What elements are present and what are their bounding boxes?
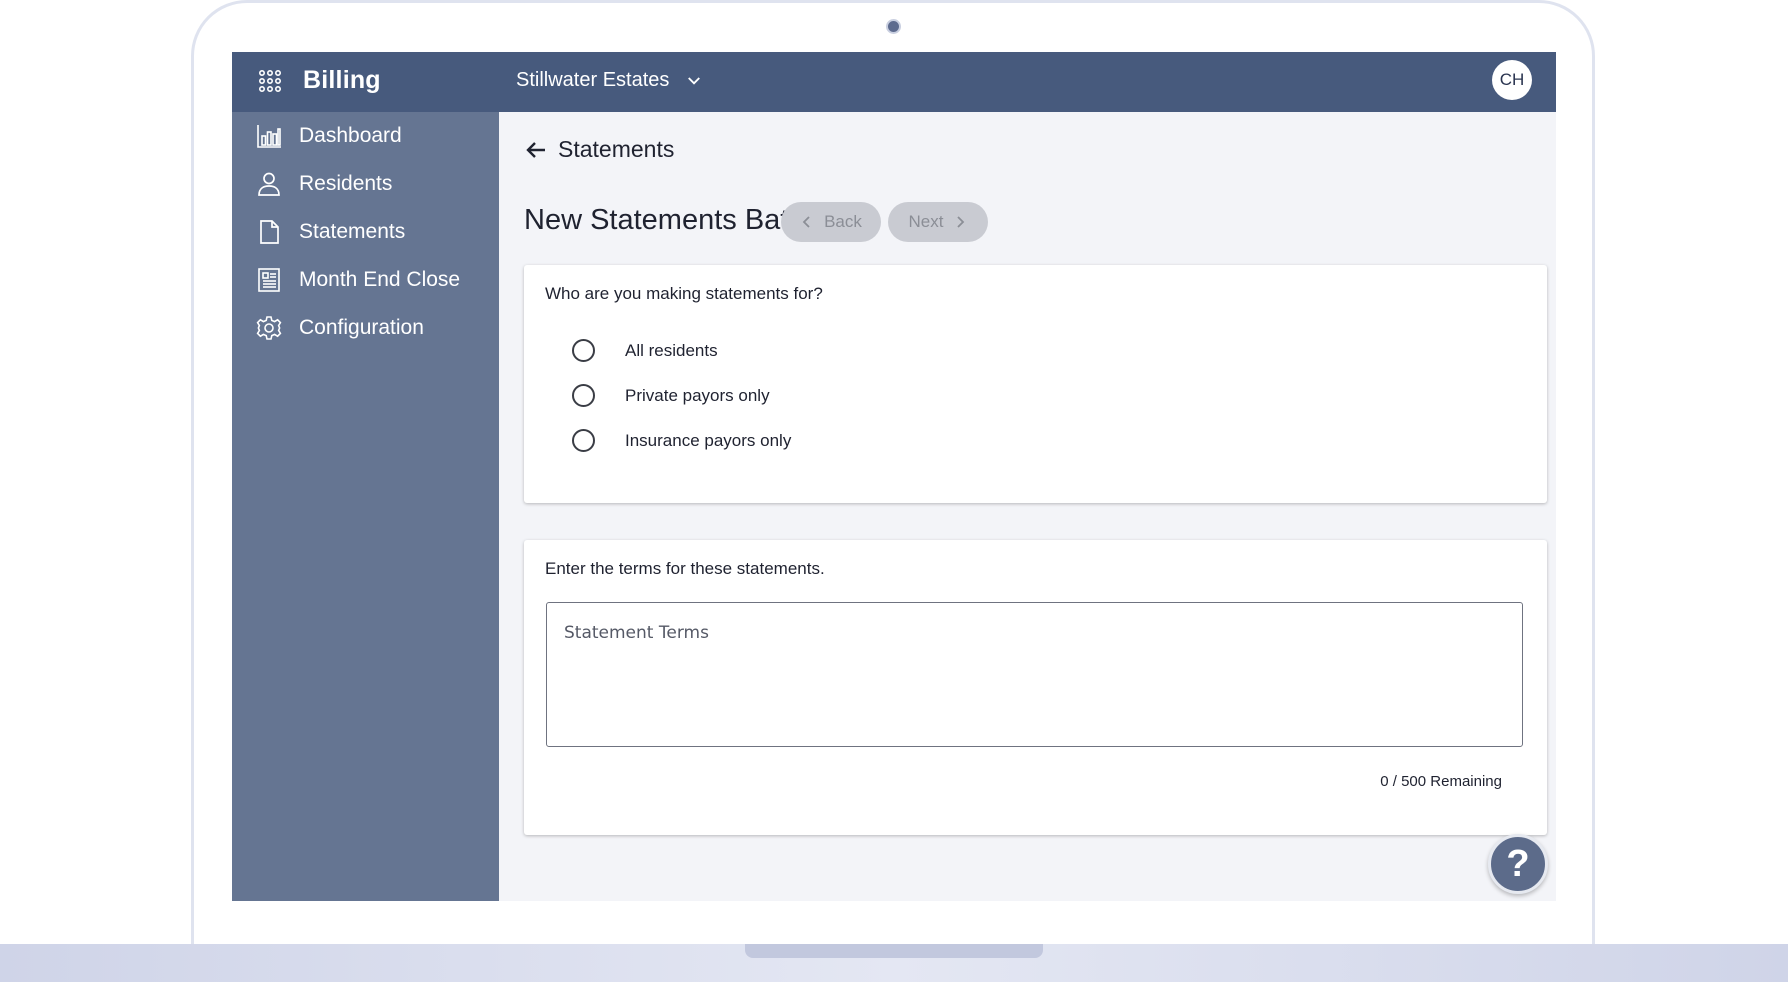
terms-prompt: Enter the terms for these statements.: [545, 559, 825, 578]
sidebar-item-label: Month End Close: [299, 268, 461, 291]
radio-private-payors[interactable]: Private payors only: [572, 384, 770, 407]
sidebar-item-dashboard[interactable]: Dashboard: [232, 112, 499, 160]
radio-button[interactable]: [572, 384, 595, 407]
radio-all-residents[interactable]: All residents: [572, 339, 718, 362]
chevron-left-icon: [802, 216, 810, 228]
statement-terms-input[interactable]: [546, 602, 1523, 747]
laptop-notch: [745, 944, 1043, 958]
top-bar: Billing Stillwater Estates CH: [232, 52, 1556, 112]
sidebar-item-configuration[interactable]: Configuration: [232, 304, 499, 352]
sidebar-item-month-end-close[interactable]: Month End Close: [232, 256, 499, 304]
radio-button[interactable]: [572, 339, 595, 362]
payor-question: Who are you making statements for?: [545, 284, 823, 303]
sidebar-item-residents[interactable]: Residents: [232, 160, 499, 208]
back-to-statements-link[interactable]: Statements: [524, 136, 674, 163]
sidebar: Dashboard Residents Statements Month End…: [232, 112, 499, 901]
sidebar-item-label: Configuration: [299, 316, 424, 339]
app-screen: Billing Stillwater Estates CH Dashboard: [232, 52, 1556, 901]
app-title: Billing: [303, 66, 381, 94]
page-title: New Statements Batch: [524, 204, 819, 236]
gear-icon: [256, 316, 282, 340]
radio-insurance-payors[interactable]: Insurance payors only: [572, 429, 791, 452]
terms-card: Enter the terms for these statements. 0 …: [524, 540, 1547, 835]
back-link-label: Statements: [558, 136, 675, 162]
radio-label: Private payors only: [625, 385, 770, 405]
sidebar-item-label: Residents: [299, 172, 393, 195]
arrow-left-icon: [526, 141, 545, 158]
sidebar-item-label: Statements: [299, 220, 406, 243]
radio-button[interactable]: [572, 429, 595, 452]
next-button[interactable]: Next: [888, 202, 988, 242]
main-content: Statements New Statements Batch Back Nex…: [499, 112, 1556, 901]
radio-label: All residents: [625, 340, 718, 360]
help-button[interactable]: ?: [1488, 834, 1548, 894]
person-icon: [258, 172, 280, 196]
payor-selection-card: Who are you making statements for? All r…: [524, 265, 1547, 503]
document-icon: [260, 220, 279, 244]
facility-selector[interactable]: Stillwater Estates: [516, 69, 703, 92]
sidebar-item-label: Dashboard: [299, 124, 402, 147]
back-button[interactable]: Back: [781, 202, 881, 242]
ledger-icon: [258, 268, 280, 292]
radio-label: Insurance payors only: [625, 430, 792, 450]
back-button-label: Back: [824, 212, 862, 231]
apps-grid-icon[interactable]: [258, 69, 282, 93]
question-mark-icon: ?: [1506, 842, 1530, 885]
user-avatar[interactable]: CH: [1492, 60, 1532, 100]
chevron-right-icon: [957, 216, 965, 228]
facility-name: Stillwater Estates: [516, 69, 670, 91]
next-button-label: Next: [908, 212, 944, 231]
camera-icon: [886, 19, 901, 34]
bar-chart-icon: [257, 125, 281, 148]
sidebar-item-statements[interactable]: Statements: [232, 208, 499, 256]
chevron-down-icon: [688, 76, 701, 85]
character-counter: 0 / 500 Remaining: [1380, 773, 1502, 790]
